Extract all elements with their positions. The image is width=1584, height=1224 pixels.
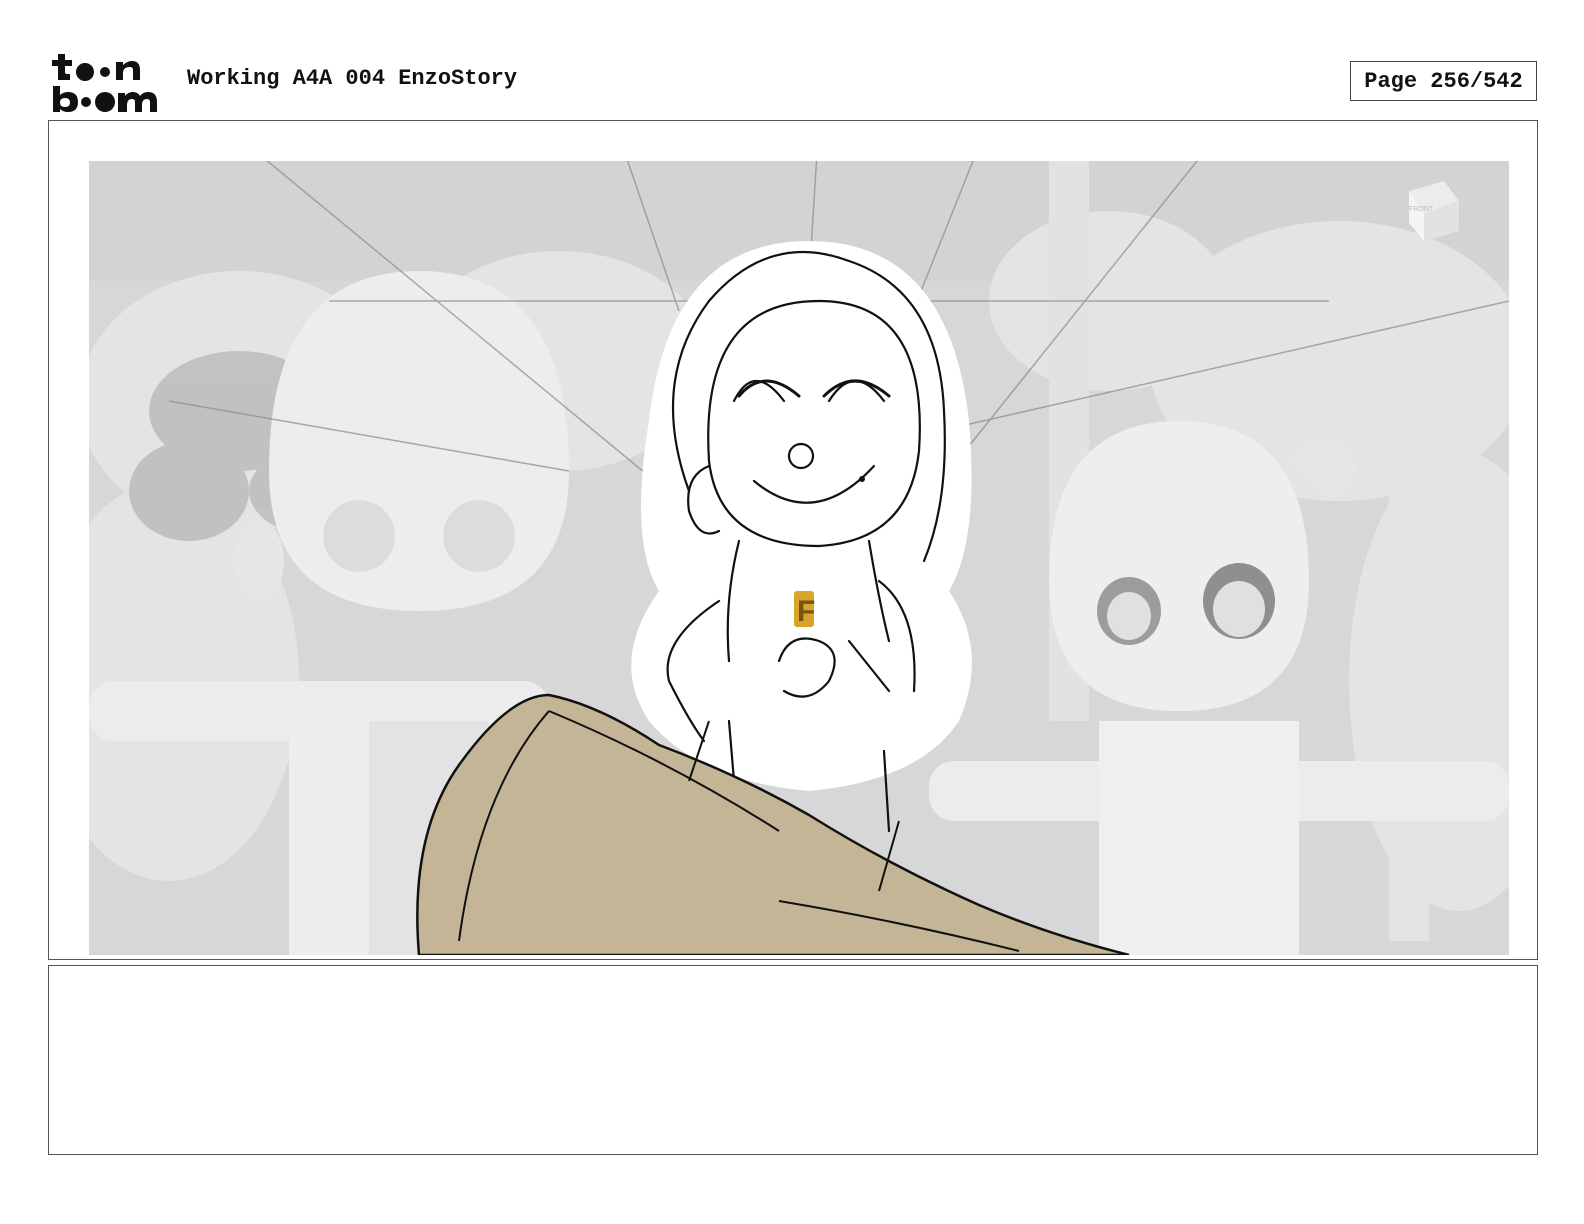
document-title: Working A4A 004 EnzoStory (187, 66, 518, 91)
panel-artwork: FRONT F (89, 161, 1509, 955)
panel-notes-text (49, 966, 1537, 990)
storyboard-panel: FRONT F (48, 120, 1538, 960)
toonboom-logo (50, 50, 166, 114)
panel-notes-box[interactable] (48, 965, 1538, 1155)
viewcube-front-label: FRONT (1409, 206, 1434, 213)
f-badge-letter: F (797, 595, 815, 628)
page-indicator: Page 256/542 (1350, 61, 1537, 101)
f-badge: F (794, 591, 815, 628)
